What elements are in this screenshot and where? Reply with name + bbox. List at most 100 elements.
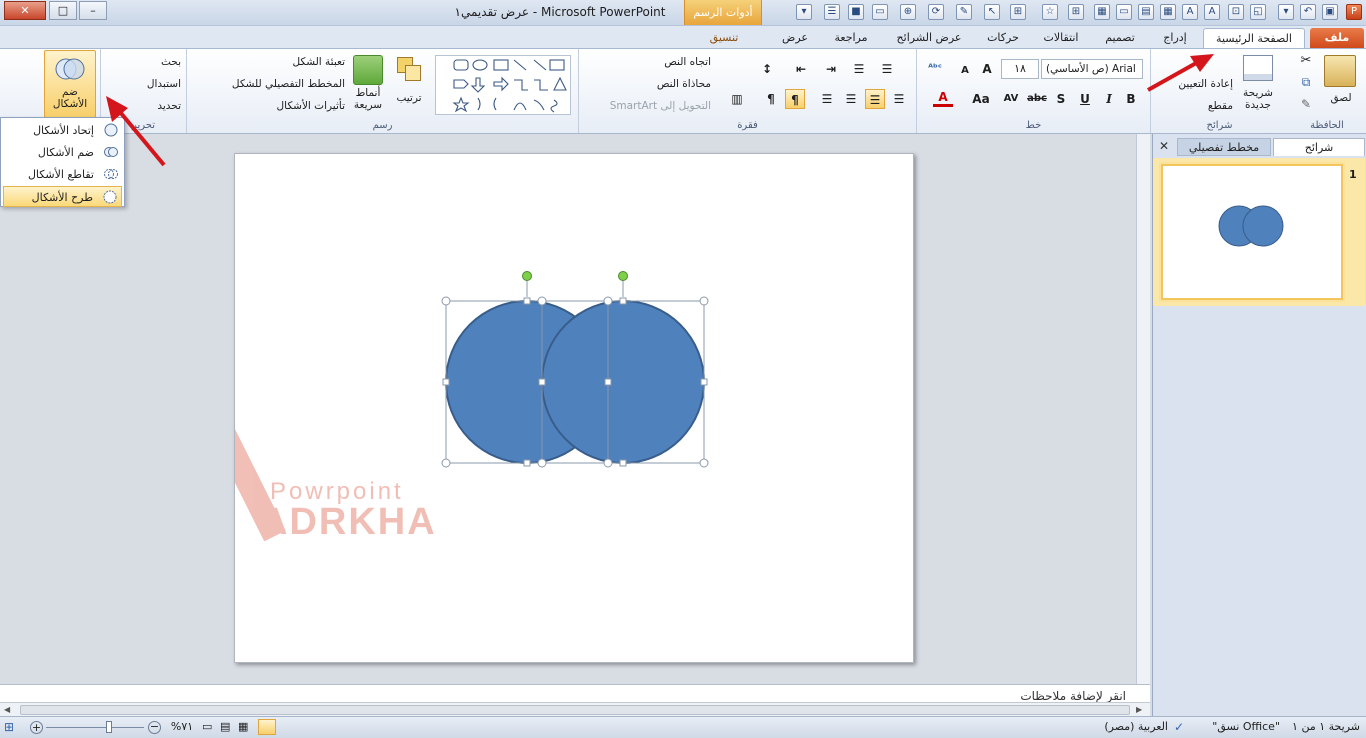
indent-icon[interactable]: ⇥ [821,59,841,79]
rtl-paragraph-icon[interactable]: ¶ [785,89,805,109]
horizontal-scrollbar[interactable]: ◀ ▶ [0,702,1150,716]
star-icon[interactable]: ☆ [1042,4,1058,20]
bold-button[interactable]: B [1121,89,1141,109]
table-insert-icon[interactable]: ⊞ [1068,4,1084,20]
paste-icon[interactable] [1324,55,1356,87]
spellcheck-icon[interactable]: ✓ [1174,720,1184,734]
align-right-icon[interactable]: ☰ [889,89,909,109]
align-text-button[interactable]: محاذاة النص [619,75,711,93]
quick-styles-label-1[interactable]: أنماط [347,87,389,99]
zoom-in-icon[interactable]: + [30,721,43,734]
align-icon[interactable]: ⊕ [900,4,916,20]
tab-review[interactable]: مراجعة [822,28,880,48]
tab-outline-pane[interactable]: مخطط تفصيلي [1177,138,1271,156]
tab-animations[interactable]: حركات [976,28,1030,48]
quick-styles-icon[interactable] [353,55,383,85]
fill-icon[interactable]: ■ [848,4,864,20]
copy-icon[interactable]: ⧉ [1298,75,1314,91]
shape-tool-icon[interactable]: ◱ [1250,4,1266,20]
line-spacing-icon[interactable]: ↕ [757,59,777,79]
menu-item-intersect[interactable]: تقاطع الأشكال [3,164,122,185]
tab-slideshow[interactable]: عرض الشرائح [884,28,974,48]
right-circle[interactable] [541,300,705,464]
language-status[interactable]: العربية (مصر) [1090,720,1168,733]
pen-icon[interactable]: ✎ [956,4,972,20]
character-spacing-button[interactable]: AV [1001,89,1021,109]
numbering-icon[interactable]: ☰ [849,59,869,79]
underline-button[interactable]: U [1075,89,1095,109]
italic-button[interactable]: I [1099,89,1119,109]
slide-shapes[interactable]: Powrpoint ADRKHA [142,154,915,664]
rotate-handle-right[interactable] [618,271,628,281]
fit-to-window-icon[interactable]: ⊞ [4,720,14,734]
arrange-icon[interactable] [395,55,423,83]
paste-button[interactable]: لصق [1324,89,1358,107]
resize-icon[interactable]: ⊡ [1228,4,1244,20]
shapes-gallery-icons[interactable] [436,56,572,116]
shape-effects-button[interactable]: تأثيرات الأشكال [195,97,345,115]
table-icon[interactable]: ▦ [1094,4,1110,20]
bullets-icon[interactable]: ☰ [877,59,897,79]
text-direction-button[interactable]: اتجاه النص [619,53,711,71]
rotate-handle-left[interactable] [522,271,532,281]
cut-icon[interactable]: ✂ [1298,53,1314,69]
tab-slides-pane[interactable]: شرائح [1273,138,1365,156]
shrink-font-button[interactable]: A [955,61,975,81]
new-slide-button[interactable]: شريحة جديدة [1235,87,1281,111]
tab-format[interactable]: تنسيق [690,28,758,48]
outdent-icon[interactable]: ⇤ [791,59,811,79]
grid-icon[interactable]: ⊞ [1010,4,1026,20]
strikethrough-button[interactable]: abc [1027,89,1047,109]
close-pane-icon[interactable]: ✕ [1159,139,1169,153]
section-button[interactable]: مقطع [1157,97,1233,115]
tab-view[interactable]: عرض [772,28,818,48]
font-color-icon[interactable]: A [933,89,953,107]
font-name-combobox[interactable]: (ص الأساسي) Arial [1041,59,1143,79]
shape-fill-button[interactable]: تعبئة الشكل [195,53,345,71]
powerpoint-logo-icon[interactable]: P [1346,4,1362,20]
maximize-button[interactable]: □ [49,1,77,20]
shadow-button[interactable]: S [1051,89,1071,109]
rectangle-icon[interactable]: ▭ [872,4,888,20]
tab-home[interactable]: الصفحة الرئيسية [1203,28,1305,49]
picture-icon[interactable]: ▦ [1160,4,1176,20]
normal-view-icon[interactable] [258,719,276,735]
font-size-combobox[interactable]: ١٨ [1001,59,1039,79]
textbox-icon[interactable]: ▭ [1116,4,1132,20]
minimize-button[interactable]: – [79,1,107,20]
combine-shapes-button[interactable]: ضم الأشكال [44,50,96,118]
reading-view-icon[interactable]: ▤ [220,720,230,733]
scroll-right-icon[interactable]: ▶ [1136,705,1142,714]
clear-formatting-icon[interactable]: ᴬᵇᶜ [925,59,945,79]
slide-thumbnail[interactable] [1161,164,1343,300]
customize-qat-icon[interactable]: ▾ [1278,4,1294,20]
quick-styles-label-2[interactable]: سريعة [347,99,389,111]
save-icon[interactable]: ▣ [1322,4,1338,20]
scroll-left-icon[interactable]: ◀ [4,705,10,714]
shape-outline-button[interactable]: المخطط التفصيلي للشكل [195,75,345,93]
zoom-slider-track[interactable] [46,727,144,728]
slide-canvas[interactable]: Powrpoint ADRKHA [142,153,915,664]
tab-insert[interactable]: إدراج [1150,28,1200,48]
menu-item-subtract[interactable]: طرح الأشكال [3,186,122,207]
rotate-icon[interactable]: ⟳ [928,4,944,20]
slideshow-view-icon[interactable]: ▭ [202,720,212,733]
shapes-gallery[interactable] [435,55,571,115]
list-icon[interactable]: ☰ [824,4,840,20]
qat-menu-icon[interactable]: ▾ [796,4,812,20]
arrange-button[interactable]: ترتيب [391,89,427,107]
zoom-out-icon[interactable]: − [148,721,161,734]
menu-item-union[interactable]: إتحاد الأشكال [3,120,122,141]
slide-sorter-icon[interactable]: ▦ [238,720,248,733]
align-center-icon[interactable]: ☰ [841,89,861,109]
new-slide-icon[interactable] [1243,55,1273,81]
grow-font-button[interactable]: A [977,59,997,79]
ltr-paragraph-icon[interactable]: ¶ [761,89,781,109]
undo-icon[interactable]: ↶ [1300,4,1316,20]
image-icon[interactable]: ▤ [1138,4,1154,20]
zoom-slider-thumb[interactable] [106,721,112,733]
theme-status[interactable]: "Office نسق" [1200,720,1280,733]
font-color-icon[interactable]: A [1204,4,1220,20]
tab-file[interactable]: ملف [1310,28,1364,48]
replace-button[interactable]: استبدال [107,75,181,93]
